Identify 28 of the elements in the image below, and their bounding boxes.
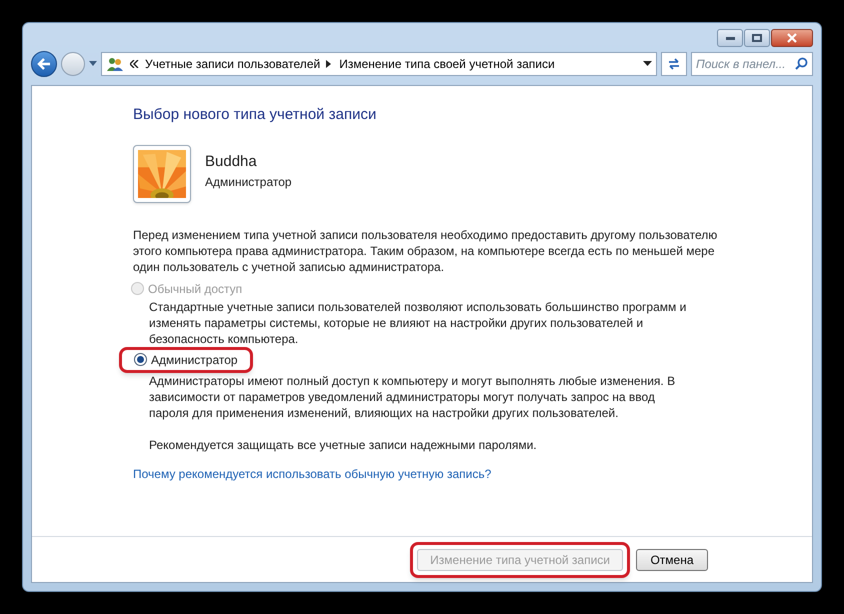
minimize-button[interactable] (717, 29, 743, 47)
refresh-button[interactable] (661, 52, 687, 76)
refresh-icon (667, 57, 681, 71)
close-button[interactable] (771, 29, 813, 47)
user-role: Администратор (205, 174, 292, 191)
close-icon (786, 33, 798, 43)
intro-text: Перед изменением типа учетной записи пользователя необходимо предоставить другому пользователю этого компьютера права администратора. Таким образом, на компьютере всегда есть по меньшей мере один пользователь с учетной записью администратора. (133, 226, 718, 274)
option-description: Рекомендуется защищать все учетные записи надежными паролями. (149, 436, 538, 452)
search-icon (795, 57, 808, 70)
breadcrumb-item[interactable]: Изменение типа своей учетной записи (339, 55, 555, 73)
double-chevron-icon[interactable] (130, 60, 139, 68)
address-bar[interactable]: Учетные записи пользователей Изменение типа своей учетной записи (101, 52, 657, 76)
dialog-button[interactable]: Отмена (636, 548, 708, 570)
users-icon (106, 56, 124, 72)
help-link[interactable]: Почему рекомендуется использовать обычную учетную запись? (133, 466, 492, 480)
back-arrow-icon (37, 58, 51, 70)
user-name: Buddha (205, 152, 258, 172)
dropdown-caret-icon[interactable] (643, 61, 652, 67)
search-field[interactable]: Поиск в панел... (691, 52, 813, 76)
radio-button[interactable] (134, 353, 147, 366)
page-heading: Выбор нового типа учетной записи (133, 105, 378, 125)
option-description: Стандартные учетные записи пользователей позволяют использовать большинство программ и изменять параметры системы, которые не влияют на настройки других пользователей и безопасность компьютера. (149, 298, 688, 346)
breadcrumb-item[interactable]: Учетные записи пользователей (145, 55, 320, 73)
radio-option[interactable]: Администратор (119, 346, 253, 372)
maximize-button[interactable] (744, 29, 770, 47)
back-button[interactable] (31, 51, 57, 77)
separator-arrow-icon[interactable] (326, 60, 332, 68)
option-description: Администраторы имеют полный доступ к компьютеру и могут выполнять любые изменения. В зависимости от параметров уведомлений администраторы могут получать запрос на ввод пароля для применения изменений, влияющих на настройки других пользователей. (149, 372, 676, 420)
